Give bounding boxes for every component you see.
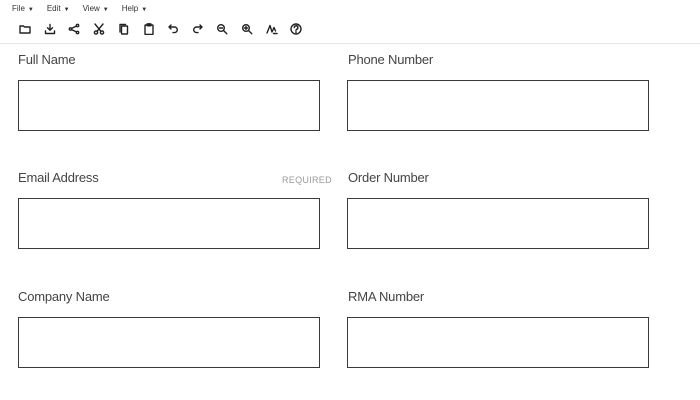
download-icon[interactable]: [43, 22, 57, 36]
copy-icon[interactable]: [117, 22, 131, 36]
menu-edit-label: Edit: [46, 4, 61, 13]
menu-view-label: View: [82, 4, 100, 13]
chevron-down-icon: ▼: [27, 7, 34, 13]
order-number-field[interactable]: [347, 198, 649, 249]
phone-number-field[interactable]: [347, 80, 649, 131]
order-number-label: Order Number: [348, 170, 429, 185]
redo-icon[interactable]: [191, 22, 205, 36]
undo-icon[interactable]: [166, 22, 180, 36]
full-name-field[interactable]: [18, 80, 320, 131]
phone-number-label: Phone Number: [348, 52, 434, 67]
folder-icon[interactable]: [18, 22, 32, 36]
menu-help-label: Help: [121, 4, 139, 13]
email-address-label: Email Address: [18, 170, 99, 185]
required-badge: REQUIRED: [282, 175, 332, 185]
menu-view[interactable]: View ▼: [83, 3, 109, 15]
email-address-field[interactable]: [18, 198, 320, 249]
paste-icon[interactable]: [142, 22, 156, 36]
chevron-down-icon: ▼: [63, 7, 70, 13]
chevron-down-icon: ▼: [102, 7, 109, 13]
share-icon[interactable]: [67, 22, 81, 36]
full-name-label: Full Name: [18, 52, 76, 67]
menubar: File ▼ Edit ▼ View ▼ Help ▼: [12, 3, 160, 15]
menu-help[interactable]: Help ▼: [122, 3, 147, 15]
rma-number-field[interactable]: [347, 317, 649, 368]
company-name-label: Company Name: [18, 289, 110, 304]
toolbar-area: File ▼ Edit ▼ View ▼ Help ▼: [0, 0, 700, 44]
cut-icon[interactable]: [92, 22, 106, 36]
menu-file[interactable]: File ▼: [12, 3, 34, 15]
help-icon[interactable]: [289, 22, 303, 36]
signature-icon[interactable]: [265, 22, 279, 36]
zoom-in-icon[interactable]: [240, 22, 254, 36]
zoom-out-icon[interactable]: [215, 22, 229, 36]
chevron-down-icon: ▼: [141, 7, 148, 13]
rma-number-label: RMA Number: [348, 289, 425, 304]
company-name-field[interactable]: [18, 317, 320, 368]
menu-file-label: File: [12, 4, 25, 13]
menu-edit[interactable]: Edit ▼: [47, 3, 70, 15]
